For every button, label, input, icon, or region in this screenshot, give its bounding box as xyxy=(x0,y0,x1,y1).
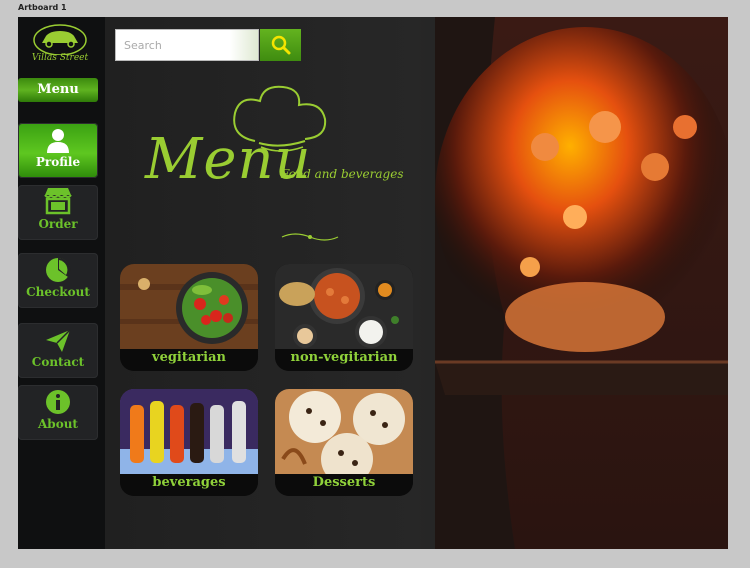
nav-item-profile[interactable]: Profile xyxy=(18,123,98,178)
nav-item-about[interactable]: About xyxy=(18,385,98,440)
nav-item-order[interactable]: Order xyxy=(18,185,98,240)
main-content: Menu Food and beverages vegitarian xyxy=(105,17,728,549)
chef-flambe-image xyxy=(435,17,728,549)
category-card-beverages[interactable]: beverages xyxy=(120,389,258,496)
car-logo-icon xyxy=(33,24,87,55)
nav-item-contact[interactable]: Contact xyxy=(18,323,98,378)
category-label: vegitarian xyxy=(120,349,258,371)
storefront-icon xyxy=(18,185,98,215)
nav-label: Checkout xyxy=(26,285,90,299)
hero-title: Menu xyxy=(145,127,312,192)
non-vegitarian-food-image xyxy=(275,264,413,352)
category-label: non-vegitarian xyxy=(275,349,413,371)
desserts-image xyxy=(275,389,413,477)
category-card-vegitarian[interactable]: vegitarian xyxy=(120,264,258,371)
brand-logo[interactable]: Villas Street xyxy=(30,21,90,71)
search-button[interactable] xyxy=(260,29,301,61)
artboard-label: Artboard 1 xyxy=(18,3,67,12)
paper-plane-icon xyxy=(18,323,98,353)
nav-label: Order xyxy=(38,217,78,231)
sidebar: Villas Street Menu Profile Order Checkou… xyxy=(18,17,105,549)
pie-chart-icon xyxy=(18,253,98,283)
nav-label: About xyxy=(38,417,78,431)
search-icon xyxy=(271,35,290,55)
user-icon xyxy=(18,123,98,153)
info-icon xyxy=(18,385,98,415)
category-card-non-vegitarian[interactable]: non-vegitarian xyxy=(275,264,413,371)
ornament-flourish-icon xyxy=(281,233,339,241)
hero-subtitle: Food and beverages xyxy=(281,167,404,181)
nav-label: Contact xyxy=(31,355,85,369)
vegitarian-food-image xyxy=(120,264,258,352)
brand-name: Villas Street xyxy=(31,53,89,63)
search-input[interactable] xyxy=(116,30,262,60)
beverages-image xyxy=(120,389,258,477)
menu-button[interactable]: Menu xyxy=(18,78,98,102)
nav-item-checkout[interactable]: Checkout xyxy=(18,253,98,308)
category-label: beverages xyxy=(120,474,258,496)
nav-label: Profile xyxy=(35,155,81,169)
category-label: Desserts xyxy=(275,474,413,496)
search-box xyxy=(115,29,262,61)
app-frame: Villas Street Menu Profile Order Checkou… xyxy=(18,17,728,549)
category-card-desserts[interactable]: Desserts xyxy=(275,389,413,496)
